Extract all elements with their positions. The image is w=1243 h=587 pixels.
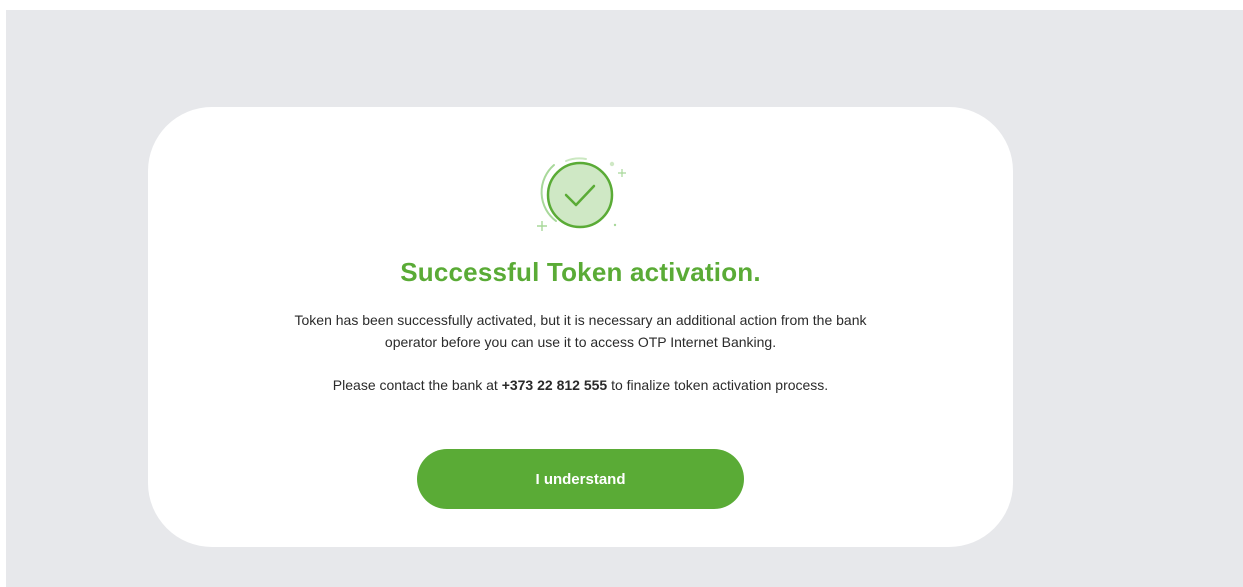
success-dialog: Successful Token activation. Token has b… xyxy=(148,107,1013,547)
dialog-title: Successful Token activation. xyxy=(400,257,761,287)
contact-prefix: Please contact the bank at xyxy=(332,377,502,393)
message-line-1: Token has been successfully activated, b… xyxy=(294,312,867,328)
check-circle-icon xyxy=(537,157,626,231)
page-background: Successful Token activation. Token has b… xyxy=(6,10,1243,587)
i-understand-button[interactable]: I understand xyxy=(417,449,744,509)
dialog-message: Token has been successfully activated, b… xyxy=(148,309,1013,353)
bank-phone-number: +373 22 812 555 xyxy=(501,377,608,393)
contact-instructions: Please contact the bank at +373 22 812 5… xyxy=(148,377,1013,393)
contact-suffix: to finalize token activation process. xyxy=(607,377,829,393)
message-line-2: operator before you can use it to access… xyxy=(384,334,777,350)
